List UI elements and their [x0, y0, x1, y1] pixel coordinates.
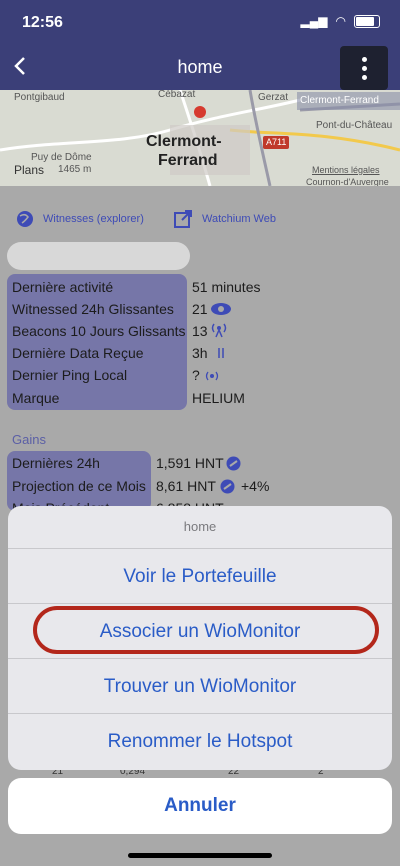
legal-link[interactable]: Mentions légales — [312, 165, 380, 175]
info-label: Dernière Data Reçue — [12, 345, 144, 361]
info-value: 13 — [192, 323, 208, 339]
cancel-button[interactable]: Annuler — [8, 778, 392, 834]
info-label: Dernier Ping Local — [12, 367, 128, 383]
wifi-icon: ◠ — [335, 14, 346, 28]
map-label: Cournon-d'Auvergne — [306, 177, 389, 186]
info-label: Beacons 10 Jours Glissants — [12, 323, 186, 339]
action-sheet-title: home — [183, 519, 217, 534]
map-label: Ferrand — [158, 152, 218, 169]
rename-hotspot-button[interactable]: Renommer le Hotspot — [8, 713, 392, 769]
gains-value: 8,61 HNT — [156, 478, 216, 494]
info-label: Witnessed 24h Glissantes — [12, 301, 174, 317]
hnt-token-icon — [226, 456, 241, 471]
info-value: 21 — [192, 301, 208, 317]
status-time: 12:56 — [22, 14, 63, 31]
home-indicator — [128, 853, 272, 858]
map-label: Pontgibaud — [14, 92, 65, 103]
globe-icon — [17, 211, 33, 227]
map-label: Clermont-Ferrand — [300, 95, 379, 106]
gains-title: Gains — [12, 432, 46, 447]
hnt-token-icon — [220, 479, 235, 494]
map-label: Gerzat — [258, 92, 289, 103]
signal-icon: ▂▄▆ — [300, 14, 328, 28]
find-wiomonitor-button[interactable]: Trouver un WioMonitor — [8, 658, 392, 714]
info-value: 51 minutes — [192, 279, 261, 295]
info-value: ? — [192, 367, 200, 383]
map-label: 1465 m — [58, 164, 92, 175]
info-value: HELIUM — [192, 390, 245, 406]
road-shield: A711 — [266, 137, 287, 147]
highlight-annotation — [33, 606, 379, 654]
ping-icon — [205, 371, 219, 381]
info-label: Dernière activité — [12, 279, 114, 295]
beacon-icon — [211, 323, 227, 338]
data-arrows-icon — [218, 348, 224, 358]
gains-value: 1,591 HNT — [156, 455, 224, 471]
name-field[interactable] — [7, 242, 190, 270]
map-label: Clermont- — [146, 133, 222, 150]
gains-label: Projection de ce Mois — [12, 478, 146, 494]
maps-logo: Plans — [14, 163, 45, 177]
gains-change: +4% — [241, 478, 270, 494]
info-value: 3h — [192, 345, 208, 361]
map-label: Puy de Dôme — [31, 152, 92, 163]
eye-icon — [211, 303, 231, 315]
map-label: Cébazat — [158, 90, 196, 100]
info-label: Marque — [12, 390, 60, 406]
status-icons: ▂▄▆ ◠ — [301, 14, 380, 28]
gains-label: Dernières 24h — [12, 455, 100, 471]
witnesses-link[interactable]: Witnesses (explorer) — [43, 213, 144, 225]
watchium-link[interactable]: Watchium Web — [202, 213, 276, 225]
external-link-icon — [174, 210, 192, 228]
more-menu-button[interactable] — [340, 46, 388, 90]
battery-icon — [354, 14, 380, 28]
map-label: Pont-du-Château — [316, 120, 393, 131]
map[interactable]: Pontgibaud Cébazat Gerzat Clermont-Ferra… — [0, 90, 400, 186]
view-wallet-button[interactable]: Voir le Portefeuille — [8, 548, 392, 604]
